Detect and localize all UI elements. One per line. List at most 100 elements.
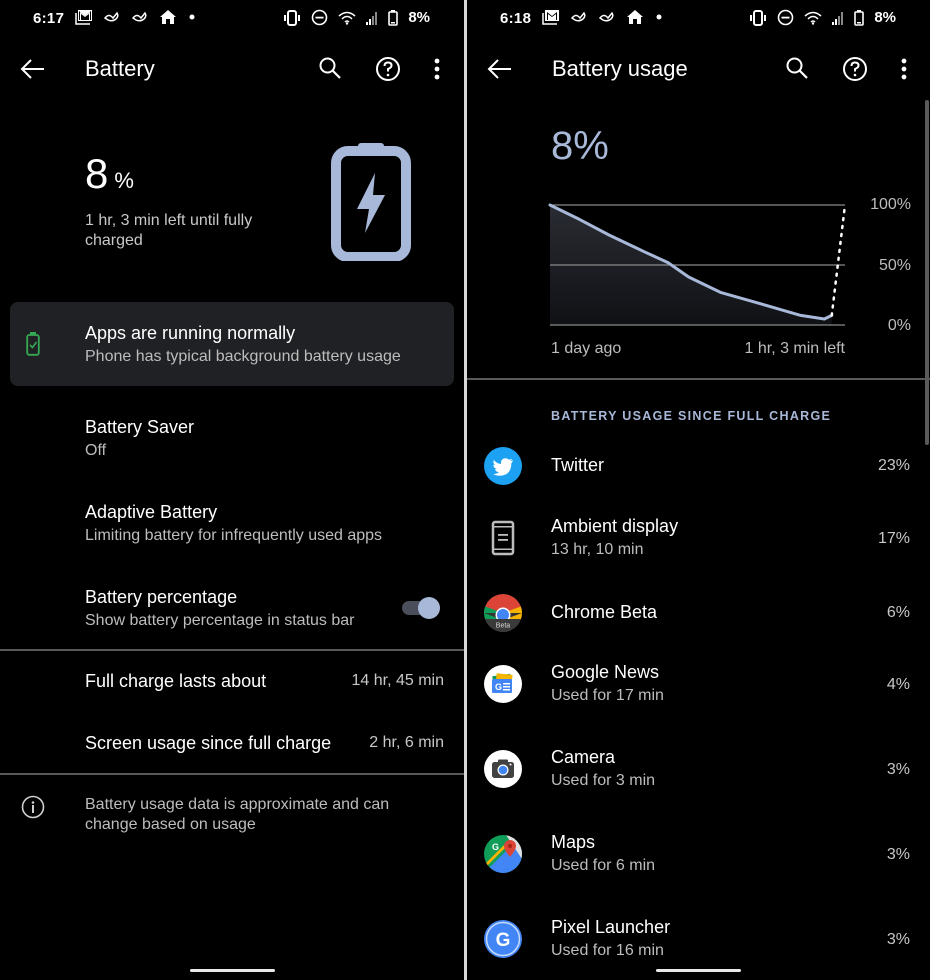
app-usage-detail: 13 hr, 10 min	[551, 541, 644, 558]
ambient-display-icon	[484, 519, 522, 557]
wifi-icon	[804, 11, 822, 25]
battery-percentage-pref[interactable]: Battery percentage Show battery percenta…	[85, 586, 355, 632]
status-card-title: Apps are running normally	[85, 323, 296, 343]
google-news-icon: G	[484, 665, 522, 703]
x-tick-label: 1 hr, 3 min left	[744, 340, 846, 357]
battery-saver-pref[interactable]: Battery Saver Off	[85, 416, 194, 462]
app-usage-row[interactable]: G Google News Used for 17 min 4%	[467, 655, 930, 715]
app-status-card[interactable]: Apps are running normally Phone has typi…	[10, 302, 454, 386]
app-usage-percent: 4%	[886, 676, 910, 693]
time-until-charged: 1 hr, 3 min left until fully charged	[85, 212, 253, 249]
app-usage-row[interactable]: Beta Chrome Beta 6%	[467, 584, 930, 644]
pref-title: Battery Saver	[85, 417, 195, 437]
more-options-icon[interactable]	[427, 54, 447, 84]
scrollbar[interactable]	[925, 100, 929, 445]
system-icons: 8%	[749, 9, 896, 26]
app-usage-row[interactable]: Twitter 23%	[467, 437, 930, 497]
back-arrow-icon[interactable]	[18, 56, 48, 82]
svg-text:G: G	[495, 682, 502, 692]
app-toolbar: Battery	[0, 48, 464, 90]
dnd-icon	[311, 9, 328, 26]
search-icon[interactable]	[783, 54, 811, 82]
svg-text:Beta: Beta	[496, 623, 511, 630]
vibrate-icon	[283, 9, 301, 26]
app-usage-detail: Used for 16 min	[551, 942, 664, 959]
pref-summary: Show battery percentage in status bar	[85, 612, 355, 629]
battery-percentage-toggle[interactable]	[402, 597, 442, 619]
page-title: Battery usage	[552, 56, 688, 81]
dnd-icon	[777, 9, 794, 26]
pref-summary: Limiting battery for infrequently used a…	[85, 527, 383, 544]
app-usage-detail: Used for 3 min	[551, 772, 656, 789]
battery-level-unit: %	[114, 168, 134, 193]
home-icon	[159, 9, 177, 25]
signal-icon	[832, 11, 844, 25]
search-icon[interactable]	[316, 54, 344, 82]
full-charge-stat: Full charge lasts about 14 hr, 45 min	[85, 671, 444, 692]
app-usage-percent: 23%	[877, 457, 910, 474]
more-options-icon[interactable]	[894, 54, 914, 84]
pixel-launcher-icon: G	[484, 920, 522, 958]
help-icon[interactable]	[840, 54, 870, 84]
back-arrow-icon[interactable]	[485, 56, 515, 82]
stat-label: Screen usage since full charge	[85, 733, 332, 753]
info-icon	[21, 795, 45, 819]
charging-battery-icon	[331, 143, 411, 262]
status-bar: 6:18 8%	[467, 6, 930, 32]
page-title: Battery	[85, 56, 155, 81]
pref-title: Battery percentage	[85, 587, 238, 607]
y-tick-label: 50%	[878, 257, 911, 274]
y-tick-label: 0%	[887, 317, 911, 334]
bird-icon	[103, 10, 121, 24]
battery-usage-screen: 6:18 8% Battery usage 8% 1 day ago 1 hr,…	[467, 0, 930, 980]
svg-text:G: G	[496, 930, 511, 951]
maps-icon: G	[484, 835, 522, 873]
app-usage-detail: Used for 17 min	[551, 687, 664, 704]
battery-level: 8%	[85, 150, 134, 198]
dot-icon	[187, 12, 197, 22]
stat-label: Full charge lasts about	[85, 671, 267, 691]
battery-check-icon	[26, 332, 40, 356]
app-usage-row[interactable]: G Maps Used for 6 min 3%	[467, 825, 930, 885]
status-time: 6:17	[33, 10, 65, 27]
chrome-beta-icon: Beta	[484, 594, 522, 632]
section-header: BATTERY USAGE SINCE FULL CHARGE	[551, 409, 832, 423]
projected-charge-line	[830, 203, 847, 317]
system-icons: 8%	[283, 9, 430, 26]
stat-value: 2 hr, 6 min	[369, 734, 444, 751]
status-bar: 6:17 8%	[0, 6, 464, 32]
gmail-icon	[75, 9, 93, 25]
gesture-nav-handle[interactable]	[656, 969, 741, 972]
camera-icon	[484, 750, 522, 788]
dot-icon	[654, 12, 664, 22]
app-usage-detail: Used for 6 min	[551, 857, 656, 874]
pref-summary: Off	[85, 442, 107, 459]
status-time: 6:18	[500, 10, 532, 27]
gmail-icon	[542, 9, 560, 25]
stat-value: 14 hr, 45 min	[351, 672, 445, 689]
twitter-icon	[484, 447, 522, 485]
battery-screen: 6:17 8% Battery 8% 1 hr, 3 min left unti…	[0, 0, 464, 980]
app-usage-row[interactable]: Camera Used for 3 min 3%	[467, 740, 930, 800]
status-battery-percent: 8%	[874, 9, 896, 26]
x-tick-label: 1 day ago	[551, 340, 622, 357]
toggle-thumb	[418, 597, 440, 619]
section-divider	[0, 649, 464, 651]
app-usage-percent: 3%	[886, 846, 910, 863]
adaptive-battery-pref[interactable]: Adaptive Battery Limiting battery for in…	[85, 501, 382, 547]
vibrate-icon	[749, 9, 767, 26]
bird-icon	[598, 10, 616, 24]
app-usage-row[interactable]: G Pixel Launcher Used for 16 min 3%	[467, 910, 930, 970]
app-name: Ambient display	[551, 516, 679, 536]
battery-history-chart: 1 day ago 1 hr, 3 min left 100% 50% 0%	[467, 190, 930, 370]
gesture-nav-handle[interactable]	[190, 969, 275, 972]
app-name: Pixel Launcher	[551, 917, 671, 937]
app-toolbar: Battery usage	[467, 48, 930, 90]
chart-canvas	[548, 203, 847, 326]
battery-status-icon	[854, 9, 865, 26]
app-usage-row[interactable]: Ambient display 13 hr, 10 min 17%	[467, 509, 930, 569]
app-name: Maps	[551, 832, 596, 852]
notification-icons	[75, 9, 197, 25]
app-name: Chrome Beta	[551, 602, 658, 622]
help-icon[interactable]	[373, 54, 403, 84]
